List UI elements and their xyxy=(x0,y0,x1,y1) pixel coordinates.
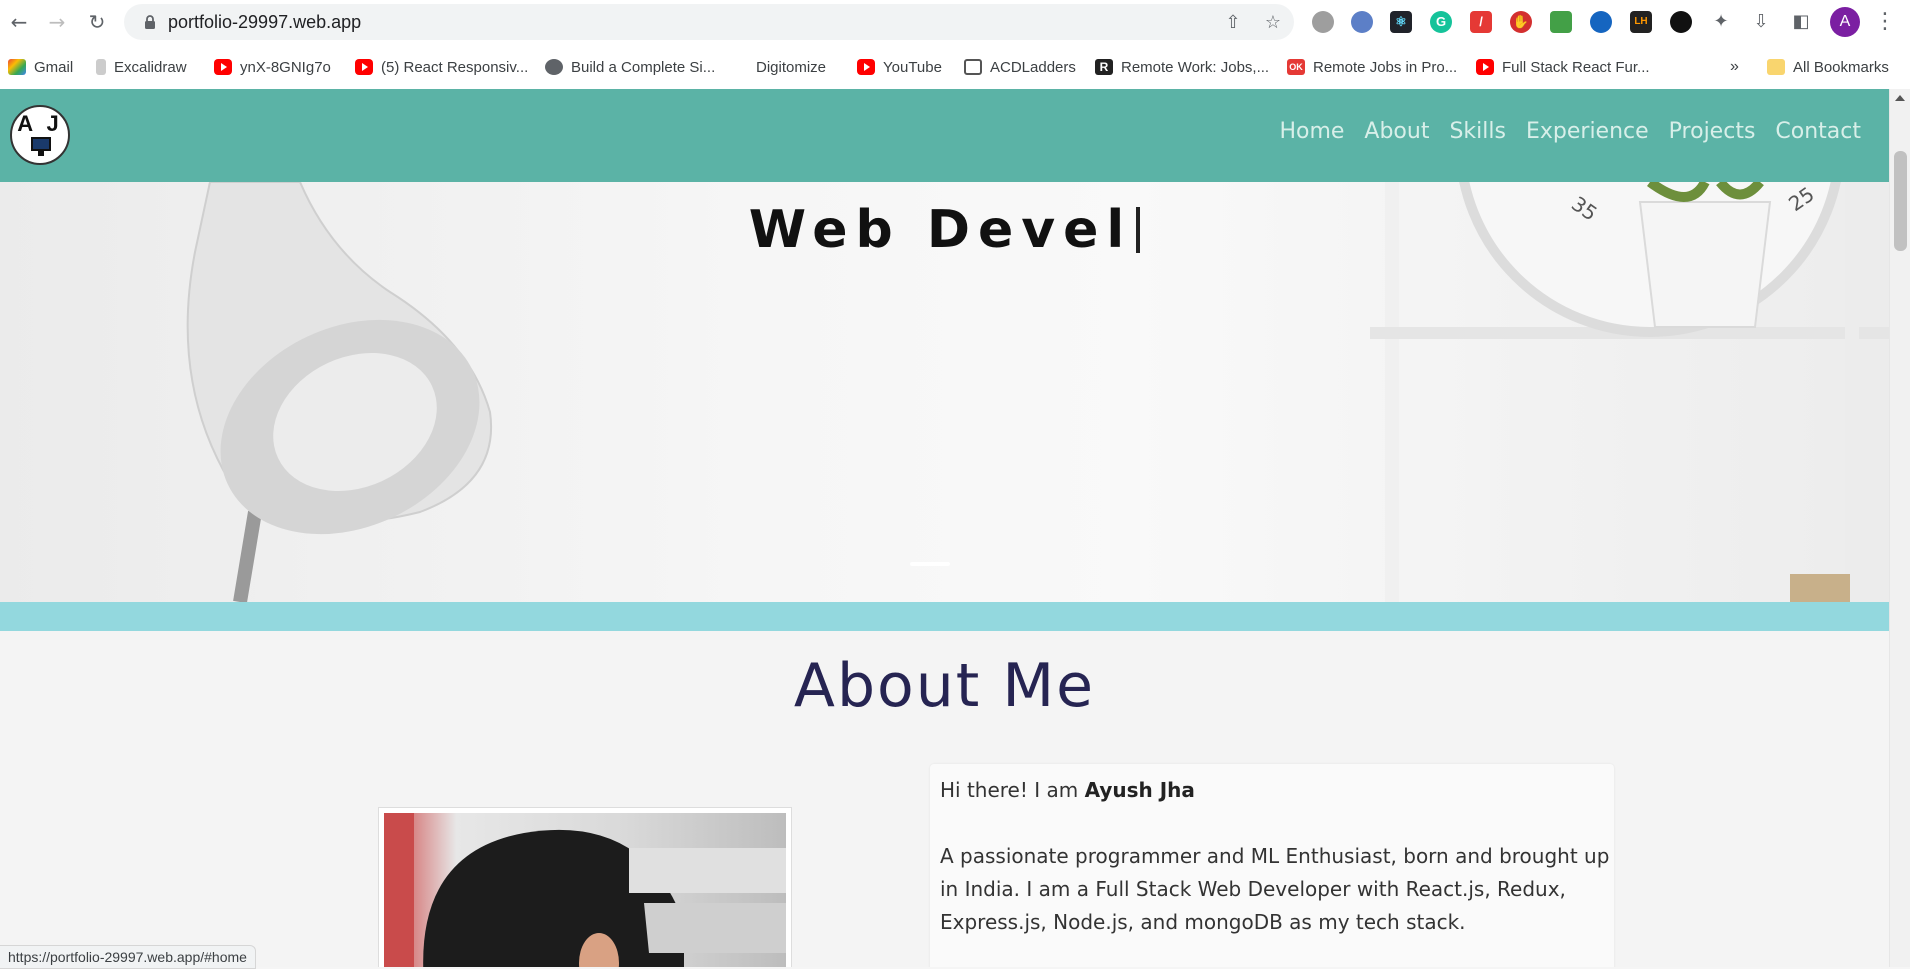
gmail-icon xyxy=(8,59,26,75)
bookmark-react-responsive[interactable]: (5) React Responsiv... xyxy=(355,56,528,78)
bookmark-label: (5) React Responsiv... xyxy=(381,58,529,76)
bookmark-label: Excalidraw xyxy=(114,58,187,76)
bookmark-full-stack[interactable]: Full Stack React Fur... xyxy=(1476,56,1650,78)
bookmark-label: Digitomize xyxy=(756,58,827,76)
github-icon[interactable] xyxy=(1670,11,1692,33)
nav-home[interactable]: Home xyxy=(1279,119,1344,144)
bookmark-remote-jobs[interactable]: OK Remote Jobs in Pro... xyxy=(1287,56,1457,78)
profile-photo xyxy=(384,813,786,967)
about-text: Hi there! I am Ayush Jha A passionate pr… xyxy=(940,774,1610,939)
url-text[interactable]: portfolio-29997.web.app xyxy=(168,12,361,33)
excalidraw-icon xyxy=(96,59,106,75)
about-name: Ayush Jha xyxy=(1084,778,1195,802)
ok-icon: OK xyxy=(1287,59,1305,75)
typed-text: Web Devel xyxy=(748,200,1133,260)
site-logo[interactable]: A J xyxy=(10,105,70,165)
section-divider-stripe xyxy=(0,602,1889,631)
bug-extension-icon[interactable] xyxy=(1312,11,1334,33)
grammarly-icon[interactable]: G xyxy=(1430,11,1452,33)
bookmark-digitomize[interactable]: Digitomize xyxy=(740,56,826,78)
youtube-icon xyxy=(214,59,232,75)
profile-avatar[interactable]: A xyxy=(1830,7,1860,37)
browser-toolbar: ← → ↻ portfolio-29997.web.app ⇧ ☆ ⚛ G / … xyxy=(0,0,1910,44)
digitomize-icon xyxy=(740,59,748,75)
bookmark-acdladders[interactable]: ACDLadders xyxy=(964,56,1076,78)
extension-icon[interactable] xyxy=(1351,11,1373,33)
monitor-stand xyxy=(38,151,44,156)
puzzle-extensions-icon[interactable]: ✦ xyxy=(1710,11,1732,33)
bookmark-youtube[interactable]: YouTube xyxy=(857,56,942,78)
bookmark-label: YouTube xyxy=(883,58,942,76)
calendar-icon xyxy=(964,59,982,75)
address-bar[interactable]: portfolio-29997.web.app ⇧ ☆ xyxy=(124,4,1294,40)
about-card: Hi there! I am Ayush Jha A passionate pr… xyxy=(930,764,1614,967)
bookmarks-overflow-icon[interactable]: » xyxy=(1730,56,1739,78)
scroll-down-indicator[interactable] xyxy=(910,562,950,566)
bookmark-star-icon[interactable]: ☆ xyxy=(1262,12,1284,34)
logo-text: A J xyxy=(17,111,63,136)
youtube-icon xyxy=(1476,59,1494,75)
bookmark-excalidraw[interactable]: Excalidraw xyxy=(96,56,187,78)
bookmark-label: Remote Jobs in Pro... xyxy=(1313,58,1458,76)
page-scrollbar[interactable] xyxy=(1889,89,1910,967)
lock-icon[interactable] xyxy=(142,14,158,30)
youtube-icon xyxy=(355,59,373,75)
bookmark-label: ACDLadders xyxy=(990,58,1076,76)
nav-links: Home About Skills Experience Projects Co… xyxy=(1279,119,1861,144)
globe-icon xyxy=(545,59,563,75)
bookmark-build-complete[interactable]: Build a Complete Si... xyxy=(545,56,715,78)
scrollbar-thumb[interactable] xyxy=(1894,151,1907,251)
remote-r-icon: R xyxy=(1095,59,1113,75)
forward-arrow-icon[interactable]: → xyxy=(42,7,72,37)
about-title: About Me xyxy=(793,651,1096,721)
bookmark-gmail[interactable]: Gmail xyxy=(8,56,73,78)
pen-extension-icon[interactable]: / xyxy=(1470,11,1492,33)
nav-about[interactable]: About xyxy=(1364,119,1429,144)
nav-projects[interactable]: Projects xyxy=(1669,119,1756,144)
profile-photo-frame xyxy=(378,807,792,967)
browser-chrome: ← → ↻ portfolio-29997.web.app ⇧ ☆ ⚛ G / … xyxy=(0,0,1910,89)
folder-icon xyxy=(1767,59,1785,75)
lighthouse-icon[interactable]: LH xyxy=(1630,11,1652,33)
bookmark-remote-work[interactable]: R Remote Work: Jobs,... xyxy=(1095,56,1269,78)
status-url-bubble: https://portfolio-29997.web.app/#home xyxy=(0,945,256,969)
bookmark-youtube-video[interactable]: ynX-8GNIg7o xyxy=(214,56,331,78)
hero-typed-text: Web Devel xyxy=(0,200,1889,260)
nav-skills[interactable]: Skills xyxy=(1449,119,1506,144)
react-devtools-icon[interactable]: ⚛ xyxy=(1390,11,1412,33)
reload-icon[interactable]: ↻ xyxy=(82,7,112,37)
monitor-icon xyxy=(31,137,51,151)
bookmarks-bar: Gmail Excalidraw ynX-8GNIg7o (5) React R… xyxy=(0,48,1910,84)
about-section: About Me Hi there! I am Ayush Jha A pass… xyxy=(0,631,1889,967)
bookmark-label: Full Stack React Fur... xyxy=(1502,58,1650,76)
nav-contact[interactable]: Contact xyxy=(1775,119,1861,144)
all-bookmarks-label: All Bookmarks xyxy=(1793,58,1889,76)
profile-photo-image xyxy=(384,813,786,967)
share-icon[interactable]: ⇧ xyxy=(1222,12,1244,34)
back-arrow-icon[interactable]: ← xyxy=(4,7,34,37)
about-greeting: Hi there! I am xyxy=(940,778,1085,802)
typing-cursor xyxy=(1136,207,1141,253)
bookmark-label: Remote Work: Jobs,... xyxy=(1121,58,1270,76)
bookmark-label: ynX-8GNIg7o xyxy=(240,58,331,76)
nav-experience[interactable]: Experience xyxy=(1526,119,1649,144)
bookmark-label: Build a Complete Si... xyxy=(571,58,716,76)
unlock-extension-icon[interactable] xyxy=(1550,11,1572,33)
kebab-menu-icon[interactable]: ⋮ xyxy=(1874,9,1896,35)
scroll-up-arrow-icon[interactable] xyxy=(1895,95,1905,101)
side-panel-icon[interactable]: ◧ xyxy=(1790,11,1812,33)
youtube-icon xyxy=(857,59,875,75)
download-icon[interactable]: ⇩ xyxy=(1750,11,1772,33)
all-bookmarks-button[interactable]: All Bookmarks xyxy=(1767,56,1889,78)
page-viewport: A J Home About Skills Experience Project… xyxy=(0,89,1889,967)
about-paragraph: A passionate programmer and ML Enthusias… xyxy=(940,844,1610,934)
adblock-icon[interactable]: ✋ xyxy=(1510,11,1532,33)
browser-extension-icon[interactable] xyxy=(1590,11,1612,33)
bookmark-label: Gmail xyxy=(34,58,74,76)
site-navbar: A J Home About Skills Experience Project… xyxy=(0,89,1889,182)
hero-section: 35 25 Web Devel xyxy=(0,182,1889,602)
